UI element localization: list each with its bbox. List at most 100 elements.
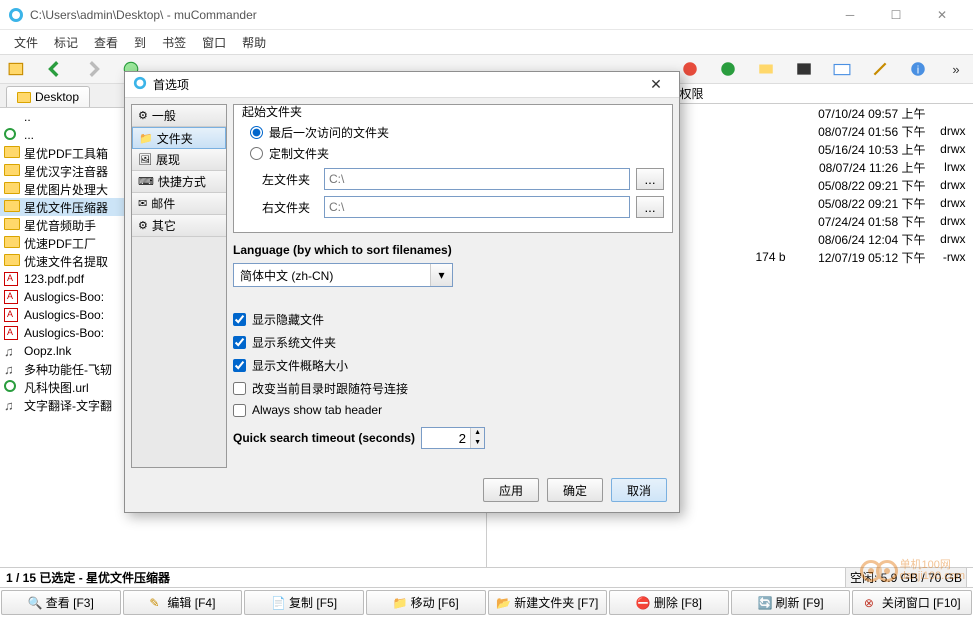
nav-label: 一般 — [152, 107, 176, 124]
menu-view[interactable]: 查看 — [86, 32, 126, 53]
spin-up[interactable]: ▲ — [471, 428, 484, 438]
terminal-icon[interactable] — [795, 60, 813, 78]
folder-icon — [4, 146, 20, 160]
nav-item-3[interactable]: ⌨快捷方式 — [132, 171, 226, 193]
detail-row[interactable]: 08/07/24 11:26 上午lrwx — [747, 158, 973, 176]
dialog-close-button[interactable]: ✕ — [641, 76, 671, 93]
apply-button[interactable]: 应用 — [483, 478, 539, 502]
radio-last-folder[interactable]: 最后一次访问的文件夹 — [250, 124, 664, 141]
folder-icon — [4, 182, 20, 196]
menu-help[interactable]: 帮助 — [234, 32, 274, 53]
cancel-button[interactable]: 取消 — [611, 478, 667, 502]
mail-icon[interactable] — [833, 60, 851, 78]
fn-button-0[interactable]: 🔍查看 [F3] — [1, 590, 121, 615]
stop-icon[interactable] — [681, 60, 699, 78]
sync-icon[interactable] — [719, 60, 737, 78]
fn-button-5[interactable]: ⛔删除 [F8] — [609, 590, 729, 615]
url-icon — [4, 380, 20, 394]
chk-system-folders[interactable]: 显示系统文件夹 — [233, 334, 673, 351]
radio-last-folder-input[interactable] — [250, 126, 263, 139]
pdf-icon — [4, 272, 20, 286]
up-icon — [4, 110, 20, 124]
chevron-down-icon[interactable]: ▾ — [430, 264, 452, 286]
nav-item-0[interactable]: ⚙一般 — [132, 105, 226, 127]
info-icon[interactable]: i — [909, 60, 927, 78]
dialog-nav: ⚙一般📁文件夹🖼展现⌨快捷方式✉邮件⚙其它 — [131, 104, 227, 468]
fn-button-1[interactable]: ✎编辑 [F4] — [123, 590, 243, 615]
nav-label: 展现 — [156, 151, 180, 168]
radio-custom-folder[interactable]: 定制文件夹 — [250, 145, 664, 162]
language-value: 简体中文 (zh-CN) — [234, 267, 430, 284]
nav-label: 邮件 — [151, 195, 175, 212]
menu-go[interactable]: 到 — [126, 32, 154, 53]
nav-label: 快捷方式 — [158, 173, 206, 190]
nav-label: 文件夹 — [157, 130, 193, 147]
left-folder-browse[interactable]: ... — [636, 168, 664, 190]
close-window-button[interactable]: ✕ — [919, 0, 965, 30]
chk-tab-header[interactable]: Always show tab header — [233, 403, 673, 417]
pdf-icon — [4, 290, 20, 304]
new-window-icon[interactable] — [8, 60, 26, 78]
pdf-icon — [4, 308, 20, 322]
fn-button-4[interactable]: 📂新建文件夹 [F7] — [488, 590, 608, 615]
free-space-label: 空闲: — [850, 571, 877, 585]
left-folder-input[interactable] — [324, 168, 630, 190]
right-folder-input[interactable] — [324, 196, 630, 218]
detail-row[interactable]: 08/06/24 12:04 下午drwx — [747, 230, 973, 248]
nav-item-1[interactable]: 📁文件夹 — [132, 127, 226, 149]
detail-row[interactable]: 08/07/24 01:56 下午drwx — [747, 122, 973, 140]
ok-button[interactable]: 确定 — [547, 478, 603, 502]
nav-item-4[interactable]: ✉邮件 — [132, 193, 226, 215]
more-icon[interactable]: » — [947, 60, 965, 78]
maximize-button[interactable]: ☐ — [873, 0, 919, 30]
menu-file[interactable]: 文件 — [6, 32, 46, 53]
detail-row[interactable]: 05/08/22 09:21 下午drwx — [747, 176, 973, 194]
fn-label: 关闭窗口 [F10] — [882, 594, 961, 611]
menu-bookmarks[interactable]: 书签 — [154, 32, 194, 53]
preferences-dialog: 首选项 ✕ ⚙一般📁文件夹🖼展现⌨快捷方式✉邮件⚙其它 起始文件夹 最后一次访问… — [124, 71, 680, 513]
folder-icon — [17, 92, 31, 103]
dialog-app-icon — [133, 76, 147, 93]
nav-item-2[interactable]: 🖼 展现 — [132, 149, 226, 171]
language-label: Language (by which to sort filenames) — [233, 243, 673, 257]
detail-row[interactable]: 174 b12/07/19 05:12 下午-rwx — [747, 248, 973, 266]
chk-hidden-files[interactable]: 显示隐藏文件 — [233, 311, 673, 328]
back-icon[interactable] — [46, 60, 64, 78]
nav-item-5[interactable]: ⚙其它 — [132, 215, 226, 237]
nav-icon: ⚙ — [138, 219, 148, 232]
window-title: C:\Users\admin\Desktop\ - muCommander — [30, 8, 827, 22]
language-combo[interactable]: 简体中文 (zh-CN) ▾ — [233, 263, 453, 287]
spin-down[interactable]: ▼ — [471, 438, 484, 448]
fn-button-7[interactable]: ⊗关闭窗口 [F10] — [852, 590, 972, 615]
chk-size-approx[interactable]: 显示文件概略大小 — [233, 357, 673, 374]
fn-button-3[interactable]: 📁移动 [F6] — [366, 590, 486, 615]
fn-label: 编辑 [F4] — [167, 594, 215, 611]
chk-follow-symlinks[interactable]: 改变当前目录时跟随符号连接 — [233, 380, 673, 397]
detail-row[interactable]: 05/16/24 10:53 上午drwx — [747, 140, 973, 158]
right-folder-browse[interactable]: ... — [636, 196, 664, 218]
dialog-title: 首选项 — [153, 76, 641, 93]
detail-row[interactable]: 07/24/24 01:58 下午drwx — [747, 212, 973, 230]
forward-icon[interactable] — [84, 60, 102, 78]
fn-button-2[interactable]: 📄复制 [F5] — [244, 590, 364, 615]
quick-search-spinner[interactable]: ▲▼ — [421, 427, 485, 449]
detail-row[interactable]: 07/10/24 09:57 上午 — [747, 104, 973, 122]
quick-search-label: Quick search timeout (seconds) — [233, 431, 415, 445]
tab-desktop[interactable]: Desktop — [6, 86, 90, 107]
radio-custom-folder-input[interactable] — [250, 147, 263, 160]
swap-icon[interactable] — [757, 60, 775, 78]
fn-button-6[interactable]: 🔄刷新 [F9] — [731, 590, 851, 615]
wand-icon[interactable] — [871, 60, 889, 78]
fn-icon: 📂 — [496, 596, 510, 610]
minimize-button[interactable]: ─ — [827, 0, 873, 30]
function-bar: 🔍查看 [F3]✎编辑 [F4]📄复制 [F5]📁移动 [F6]📂新建文件夹 [… — [0, 587, 973, 617]
detail-row[interactable]: 05/08/22 09:21 下午drwx — [747, 194, 973, 212]
left-folder-label: 左文件夹 — [262, 171, 318, 188]
nav-icon: 🖼 — [138, 153, 152, 166]
music-icon: ♫ — [4, 344, 20, 358]
quick-search-value[interactable] — [422, 428, 470, 448]
menu-mark[interactable]: 标记 — [46, 32, 86, 53]
status-bar: 1 / 15 已选定 - 星优文件压缩器 空闲: 5.9 GB / 70 GB — [0, 567, 973, 587]
menu-window[interactable]: 窗口 — [194, 32, 234, 53]
window-titlebar: C:\Users\admin\Desktop\ - muCommander ─ … — [0, 0, 973, 30]
